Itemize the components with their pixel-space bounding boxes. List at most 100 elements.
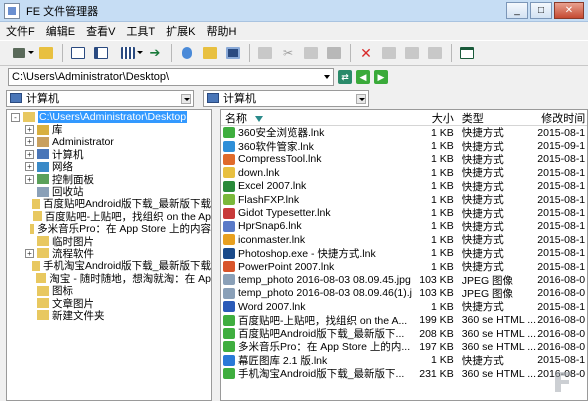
pane-splitter[interactable]: [212, 109, 220, 401]
tree-item[interactable]: + 控制面板: [7, 173, 211, 186]
duplicate-button[interactable]: [323, 43, 345, 63]
columns-button[interactable]: [90, 43, 112, 63]
file-name-cell: FlashFXP.lnk: [221, 194, 412, 206]
tree-item[interactable]: + 库: [7, 123, 211, 136]
panel-button[interactable]: [67, 43, 89, 63]
file-row[interactable]: temp_photo 2016-08-03 08.09.45.jpg 103 KB…: [221, 273, 587, 287]
collapse-icon[interactable]: -: [11, 112, 20, 122]
layout-button[interactable]: [456, 43, 478, 63]
menu-tools[interactable]: 工具T: [126, 23, 155, 39]
file-row[interactable]: HprSnap6.lnk 1 KB 快捷方式 2015-08-1: [221, 220, 587, 233]
window-button[interactable]: [222, 43, 244, 63]
tree-item[interactable]: 新建文件夹: [7, 309, 211, 322]
minimize-button[interactable]: _: [506, 2, 528, 19]
folder-icon: [29, 223, 35, 234]
address-value: C:\Users\Administrator\Desktop\: [12, 71, 170, 83]
file-row[interactable]: 幕匠图库 2.1 版.lnk 1 KB 快捷方式 2015-08-1: [221, 354, 587, 367]
file-row[interactable]: FlashFXP.lnk 1 KB 快捷方式 2015-08-1: [221, 193, 587, 206]
file-row[interactable]: 360软件管家.lnk 1 KB 快捷方式 2015-09-1: [221, 139, 587, 153]
view-mode-button[interactable]: [4, 43, 34, 63]
expand-icon[interactable]: +: [25, 248, 34, 258]
tree-item[interactable]: + 网络: [7, 161, 211, 173]
copy-button[interactable]: [254, 43, 276, 63]
file-row[interactable]: 手机淘宝Android版下载_最新版下... 231 KB 360 se HTML …: [221, 367, 587, 380]
delete-button[interactable]: ✕: [355, 43, 377, 63]
chevron-down-icon[interactable]: [181, 93, 191, 104]
grid-button[interactable]: [113, 43, 143, 63]
library-icon: [37, 124, 49, 135]
file-row[interactable]: down.lnk 1 KB 快捷方式 2015-08-1: [221, 166, 587, 179]
chevron-down-icon[interactable]: [324, 75, 330, 79]
file-name: temp_photo 2016-08-03 08.09.46(1).jpg: [238, 287, 412, 300]
maximize-button[interactable]: □: [530, 2, 552, 19]
file-row[interactable]: 百度贴吧-上贴吧，找组织 on the A... 199 KB 360 se HTM…: [221, 313, 587, 327]
tree-item[interactable]: 图标: [7, 284, 211, 297]
menu-view[interactable]: 查看V: [86, 23, 115, 39]
file-icon: [223, 301, 235, 313]
tree-item[interactable]: 临时图片: [7, 235, 211, 248]
file-row[interactable]: 百度贴吧Android版下载_最新版下... 208 KB 360 se HTML …: [221, 327, 587, 340]
file-name-cell: temp_photo 2016-08-03 08.09.45.jpg: [221, 274, 412, 286]
rename-button[interactable]: [378, 43, 400, 63]
file-row[interactable]: 360安全浏览器.lnk 1 KB 快捷方式 2015-08-1: [221, 126, 587, 139]
file-row[interactable]: Photoshop.exe - 快捷方式.lnk 1 KB 快捷方式 2015-08-…: [221, 247, 587, 260]
menu-file[interactable]: 文件F: [6, 23, 35, 39]
tree-item[interactable]: 文章图片: [7, 297, 211, 310]
column-date[interactable]: 修改时间: [537, 110, 587, 126]
tree-item[interactable]: - C:\Users\Administrator\Desktop: [7, 111, 211, 124]
paste-button[interactable]: [300, 43, 322, 63]
tree-item[interactable]: 多米音乐Pro：在 App Store 上的内容: [7, 223, 211, 235]
file-date: 2015-08-1: [537, 300, 586, 313]
file-row[interactable]: Gidot Typesetter.lnk 1 KB 快捷方式 2015-08-1: [221, 206, 587, 220]
chevron-down-icon[interactable]: [356, 93, 366, 104]
cut-button[interactable]: ✂: [277, 43, 299, 63]
file-row[interactable]: PowerPoint 2007.lnk 1 KB 快捷方式 2015-08-1: [221, 260, 587, 273]
column-name[interactable]: 名称: [221, 110, 412, 126]
file-name-cell: CompressTool.lnk: [221, 153, 412, 165]
file-list[interactable]: 名称 大小 类型 修改时间 360安全浏览器.lnk 1 KB 快捷方式 2015-0…: [220, 109, 588, 401]
file-type: 快捷方式: [461, 301, 504, 314]
file-size: 231 KB: [419, 367, 454, 380]
column-type[interactable]: 类型: [458, 110, 538, 126]
file-icon: [223, 153, 235, 165]
file-icon: [223, 207, 235, 219]
column-size[interactable]: 大小: [412, 110, 458, 126]
settings-button[interactable]: [401, 43, 423, 63]
close-button[interactable]: ✕: [554, 2, 584, 19]
app-icon: [4, 2, 20, 19]
edit-button[interactable]: [424, 43, 446, 63]
tree-item[interactable]: 淘宝 - 随时随地，想淘就淘：在 Ap: [7, 272, 211, 285]
go-button[interactable]: ➔: [144, 43, 166, 63]
up-folder-button[interactable]: [35, 43, 57, 63]
expand-icon[interactable]: +: [25, 149, 34, 159]
file-row[interactable]: iconmaster.lnk 1 KB 快捷方式 2015-08-1: [221, 233, 587, 246]
file-name: Gidot Typesetter.lnk: [238, 207, 331, 220]
file-row[interactable]: temp_photo 2016-08-03 08.09.46(1).jpg 103…: [221, 287, 587, 300]
right-drive-select[interactable]: 计算机: [203, 89, 369, 107]
computer-icon: [207, 93, 219, 103]
file-row[interactable]: CompressTool.lnk 1 KB 快捷方式 2015-08-1: [221, 153, 587, 166]
menu-extensions[interactable]: 扩展K: [166, 23, 195, 39]
file-row[interactable]: Excel 2007.lnk 1 KB 快捷方式 2015-08-1: [221, 180, 587, 193]
settings-icon: [405, 47, 419, 59]
file-row[interactable]: Word 2007.lnk 1 KB 快捷方式 2015-08-1: [221, 300, 587, 313]
expand-icon[interactable]: +: [25, 125, 34, 135]
forward-icon[interactable]: ▶: [374, 70, 388, 84]
file-name: Word 2007.lnk: [238, 300, 306, 313]
file-name: Excel 2007.lnk: [238, 180, 307, 193]
properties-button[interactable]: [176, 43, 198, 63]
address-input[interactable]: C:\Users\Administrator\Desktop\: [8, 68, 334, 86]
new-folder-button[interactable]: [199, 43, 221, 63]
tree-item[interactable]: + 计算机: [7, 148, 211, 161]
expand-icon[interactable]: +: [25, 162, 34, 172]
file-row[interactable]: 多米音乐Pro：在 App Store 上的内... 197 KB 360 se H…: [221, 340, 587, 353]
left-drive-select[interactable]: 计算机: [6, 89, 194, 107]
back-icon[interactable]: ◀: [356, 70, 370, 84]
refresh-icon[interactable]: ⇄: [338, 70, 352, 84]
expand-icon[interactable]: +: [25, 137, 34, 147]
menu-help[interactable]: 帮助H: [207, 23, 237, 39]
tree-item[interactable]: + Administrator: [7, 136, 211, 148]
folder-tree[interactable]: - C:\Users\Administrator\Desktop + 库 + Admini…: [6, 109, 212, 401]
menu-edit[interactable]: 编辑E: [46, 23, 75, 39]
expand-icon[interactable]: +: [25, 174, 34, 184]
